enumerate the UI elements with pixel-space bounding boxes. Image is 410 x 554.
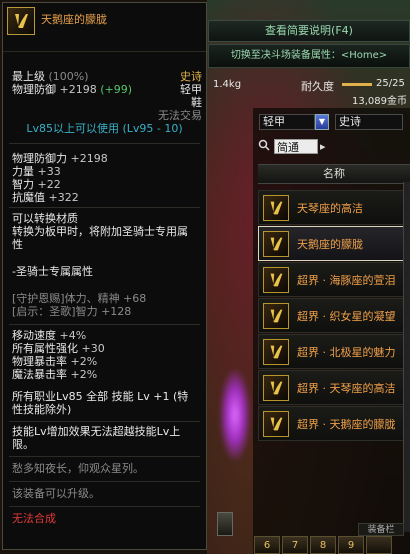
divider (9, 421, 200, 422)
shop-item-name: 超界 · 织女星的凝望 (297, 309, 396, 323)
rarity-filter-select[interactable]: 史诗 (335, 114, 403, 130)
durability-fill (342, 83, 372, 86)
stat-label: 智力 (12, 178, 34, 191)
armor-glyph-icon (263, 266, 289, 293)
tooltip-header: 天鹅座的朦胧 (3, 3, 206, 52)
shop-item-name: 天鹅座的朦胧 (297, 237, 363, 251)
bonus-label: 物理暴击率 (12, 355, 67, 368)
shop-item-name: 超界 · 海豚座的萱泪 (297, 273, 396, 287)
convert-line: 可以转换材质 (12, 212, 78, 225)
quick-slot[interactable]: 7 (282, 536, 308, 554)
switch-pvp-stats-button[interactable]: 切换至决斗场装备属性：<Home> (208, 44, 410, 68)
gold-amount: 13,089金币 (352, 96, 407, 107)
quick-slot[interactable]: 6 (254, 536, 280, 554)
max-level-pct: (100%) (48, 70, 89, 83)
equip-slot: 鞋 (191, 96, 202, 109)
item-tooltip: 天鹅座的朦胧 最上级 (100%) 史诗 物理防御 +2198 (+99) 轻甲… (2, 2, 207, 550)
armor-glyph-icon (263, 410, 289, 437)
search-bar: 简通 ▸ (258, 137, 410, 155)
bonus-label: 移动速度 (12, 329, 56, 342)
armor-glyph-icon (263, 302, 289, 329)
search-input[interactable]: 简通 (274, 138, 318, 154)
divider (9, 456, 200, 457)
level-requirement: Lv85以上可以使用 (Lv95 - 10) (26, 122, 183, 135)
item-weight: 1.4kg (213, 79, 242, 90)
guard-line: [启示：圣歌]智力 +128 (12, 305, 132, 318)
durability-value: 25/25 (376, 78, 405, 89)
stat-value: +33 (37, 165, 61, 178)
list-scrollbar[interactable] (403, 182, 410, 532)
divider (9, 143, 200, 144)
divider (9, 324, 200, 325)
armor-glyph-icon (263, 374, 289, 401)
shop-item-name: 超界 · 天琴座的高洁 (297, 381, 396, 395)
skill-note-line: 技能Lv增加效果无法超越技能Lv上 (12, 425, 181, 438)
armor-glyph-icon (263, 338, 289, 365)
bonus-label: 魔法暴击率 (12, 368, 67, 381)
name-column-header: 名称 (258, 164, 410, 184)
durability-note: 无法合成 (12, 512, 56, 525)
divider (9, 207, 200, 208)
view-manual-button[interactable]: 查看简要说明(F4) (208, 20, 410, 42)
defense-value: +2198 (59, 83, 97, 96)
shop-item-row[interactable]: 超界 · 天琴座的高洁 (258, 370, 410, 405)
shop-item-row[interactable]: 超界 · 海豚座的萱泪 (258, 262, 410, 297)
quick-slot[interactable]: 9 (338, 536, 364, 554)
search-icon[interactable] (258, 139, 270, 154)
bonus-value: +2% (70, 355, 98, 368)
rarity-label: 史诗 (180, 70, 202, 83)
bonus-value: +4% (59, 329, 87, 342)
class-attr-line: -圣骑士专属属性 (12, 265, 93, 278)
shop-item-row[interactable]: 超界 · 天鹅座的朦胧 (258, 406, 410, 441)
bonus-value: +30 (81, 342, 105, 355)
shop-item-name: 超界 · 北极星的魅力 (297, 345, 396, 359)
cursor-icon: ▸ (320, 139, 326, 153)
skill-note-line: 限。 (12, 438, 34, 451)
equipment-tab[interactable]: 装备栏 (358, 523, 404, 536)
bonus-label: 所有属性强化 (12, 342, 78, 355)
stat-value: +322 (48, 191, 79, 204)
max-level-label: 最上级 (12, 70, 45, 83)
quick-slot-bar: 6 7 8 9 (254, 536, 410, 554)
stat-label: 抗魔值 (12, 191, 45, 204)
quick-slot[interactable] (366, 536, 392, 554)
shop-item-row[interactable]: 超界 · 北极星的魅力 (258, 334, 410, 369)
shop-item-name: 天琴座的高洁 (297, 201, 363, 215)
armor-type: 轻甲 (180, 83, 202, 96)
stat-value: +22 (37, 178, 61, 191)
quick-slot[interactable]: 8 (310, 536, 336, 554)
defense-bonus: (+99) (100, 83, 133, 96)
item-name: 天鹅座的朦胧 (41, 13, 107, 26)
divider (9, 506, 200, 507)
stat-value: +2198 (70, 152, 108, 165)
armor-glyph-icon (7, 7, 35, 35)
armor-glyph-icon (263, 230, 289, 257)
durability-label: 耐久度 (301, 80, 334, 93)
guard-line: [守护恩赐]体力、精神 +68 (12, 292, 147, 305)
chevron-down-icon[interactable]: ▼ (315, 114, 329, 130)
defense-label: 物理防御 (12, 83, 56, 96)
convert-line: 性 (12, 238, 23, 251)
type-filter-select[interactable]: 轻甲 (259, 114, 315, 130)
convert-line: 转换为板甲时，将附加圣骑士专用属 (12, 225, 188, 238)
lantern-decoration (217, 512, 233, 536)
bonus-value: +2% (70, 368, 98, 381)
shop-item-row-selected[interactable]: 天鹅座的朦胧 (258, 226, 410, 261)
upgrade-note: 该装备可以升级。 (12, 487, 100, 500)
armor-glyph-icon (263, 194, 289, 221)
shop-item-name: 超界 · 天鹅座的朦胧 (297, 417, 396, 431)
skill-line: 所有职业Lv85 全部 技能 Lv +1 (特 (12, 390, 189, 403)
stat-label: 力量 (12, 165, 34, 178)
untradeable-label: 无法交易 (158, 109, 202, 122)
stat-label: 物理防御力 (12, 152, 67, 165)
shop-item-row[interactable]: 天琴座的高洁 (258, 190, 410, 225)
skill-line: 性技能除外) (12, 403, 72, 416)
magic-glow-effect (220, 370, 250, 460)
divider (9, 481, 200, 482)
durability-bar (342, 83, 372, 86)
flavor-text: 愁多知夜长，仰观众星列。 (12, 462, 144, 475)
shop-item-row[interactable]: 超界 · 织女星的凝望 (258, 298, 410, 333)
